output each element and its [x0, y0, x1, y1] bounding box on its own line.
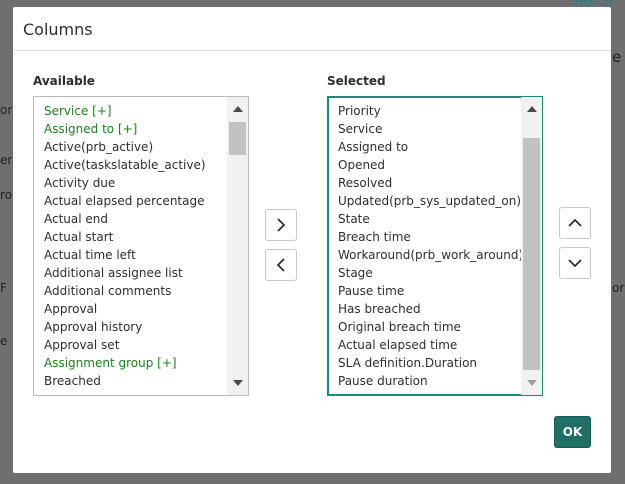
scroll-down-icon[interactable]	[227, 374, 248, 392]
available-items: Service [+] Assigned to [+] Active(prb_act…	[34, 97, 227, 395]
selected-scrollbar[interactable]	[521, 97, 542, 395]
scroll-up-icon[interactable]	[227, 100, 248, 118]
selected-items: Priority Service Assigned to Opened Resolved…	[328, 97, 521, 395]
selected-column-option[interactable]: Pause duration	[338, 372, 521, 390]
background-fragment: F	[0, 281, 7, 295]
background-fragment: ork	[612, 281, 625, 295]
selected-column-option[interactable]: Updated(prb_sys_updated_on)	[338, 192, 521, 210]
background-fragment: on	[0, 103, 12, 117]
background-fragment: ro	[0, 188, 12, 202]
ok-button[interactable]: OK	[554, 416, 591, 448]
selected-column-option[interactable]: Resolved	[338, 174, 521, 192]
add-column-button[interactable]	[265, 209, 297, 241]
available-column-option[interactable]: Service [+]	[44, 102, 227, 120]
move-down-button[interactable]	[559, 247, 591, 279]
background-fragment: e	[0, 334, 8, 348]
selected-column-option[interactable]: Stage	[338, 264, 521, 282]
selected-column-option[interactable]: Opened	[338, 156, 521, 174]
available-column-option[interactable]: Active(taskslatable_active)	[44, 156, 227, 174]
scrollbar-thumb[interactable]	[523, 138, 540, 370]
available-label: Available	[33, 74, 95, 88]
available-scrollbar[interactable]	[227, 97, 248, 395]
selected-column-option[interactable]: Actual elapsed time	[338, 336, 521, 354]
selected-column-option[interactable]: Original breach time	[338, 318, 521, 336]
available-column-option[interactable]: Actual time left	[44, 246, 227, 264]
dialog-header: Columns	[13, 7, 611, 51]
available-column-option[interactable]: Additional comments	[44, 282, 227, 300]
selected-columns-list[interactable]: Priority Service Assigned to Opened Resolved…	[327, 96, 543, 396]
dialog-title: Columns	[23, 20, 93, 39]
columns-dialog: Columns Available Selected Service [+] As…	[13, 7, 611, 473]
move-up-button[interactable]	[559, 207, 591, 239]
remove-column-button[interactable]	[265, 249, 297, 281]
available-column-option[interactable]: Actual end	[44, 210, 227, 228]
available-columns-list[interactable]: Service [+] Assigned to [+] Active(prb_act…	[33, 96, 249, 396]
available-column-option[interactable]: Additional assignee list	[44, 264, 227, 282]
scroll-up-icon[interactable]	[521, 100, 542, 118]
available-column-option[interactable]: Actual start	[44, 228, 227, 246]
available-column-option[interactable]: Assignment group [+]	[44, 354, 227, 372]
chevron-right-icon	[277, 218, 286, 232]
selected-column-option[interactable]: Workaround(prb_work_around)	[338, 246, 521, 264]
available-column-option[interactable]: Approval	[44, 300, 227, 318]
selected-column-option[interactable]: Has breached	[338, 300, 521, 318]
selected-column-option[interactable]: State	[338, 210, 521, 228]
available-column-option[interactable]: Actual elapsed percentage	[44, 192, 227, 210]
scrollbar-thumb[interactable]	[229, 122, 246, 155]
available-column-option[interactable]: Breached	[44, 372, 227, 390]
available-column-option[interactable]: Activity due	[44, 174, 227, 192]
selected-column-option[interactable]: Priority	[338, 102, 521, 120]
available-column-option[interactable]: Approval set	[44, 336, 227, 354]
selected-column-option[interactable]: Assigned to	[338, 138, 521, 156]
chevron-left-icon	[276, 258, 285, 272]
available-column-option[interactable]: Assigned to [+]	[44, 120, 227, 138]
available-column-option[interactable]: Active(prb_active)	[44, 138, 227, 156]
chevron-down-icon	[568, 259, 582, 268]
chevron-up-icon	[568, 218, 582, 227]
selected-column-option[interactable]: SLA definition.Duration	[338, 354, 521, 372]
available-column-option[interactable]: Approval history	[44, 318, 227, 336]
selected-column-option[interactable]: Pause time	[338, 282, 521, 300]
selected-label: Selected	[327, 74, 386, 88]
background-fragment: en	[0, 153, 12, 167]
selected-column-option[interactable]: Service	[338, 120, 521, 138]
background-fragment: e	[612, 48, 622, 66]
scroll-down-icon[interactable]	[521, 374, 542, 392]
selected-column-option[interactable]: Breach time	[338, 228, 521, 246]
